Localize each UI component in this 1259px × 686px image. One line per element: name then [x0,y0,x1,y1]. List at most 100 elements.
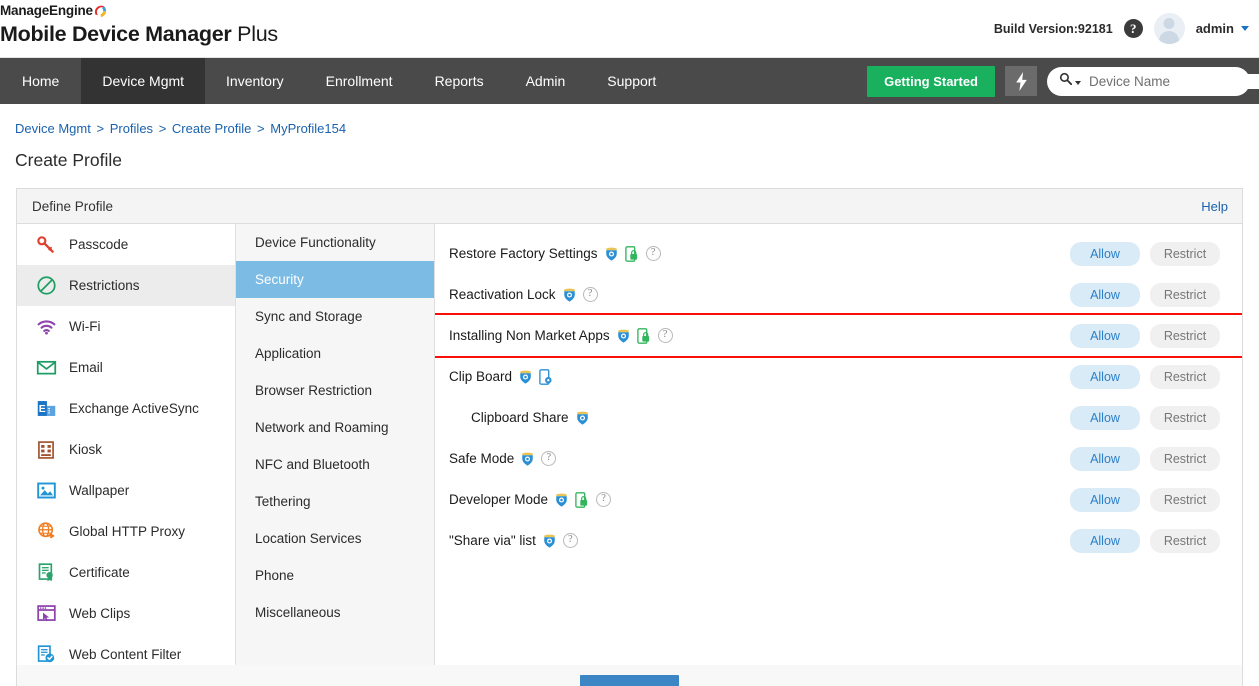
allow-button[interactable]: Allow [1070,364,1140,389]
restrict-button[interactable]: Restrict [1150,487,1220,512]
restrict-button[interactable]: Restrict [1150,405,1220,430]
subnav-item-security[interactable]: Security [236,261,434,298]
allow-button[interactable]: Allow [1070,323,1140,348]
subnav-item-miscellaneous[interactable]: Miscellaneous [236,594,434,631]
breadcrumb: Device Mgmt > Profiles > Create Profile … [0,104,1259,136]
help-circle-icon[interactable]: ? [1123,19,1143,38]
nav-item-support[interactable]: Support [586,58,677,104]
sidebar-item-kiosk[interactable]: Kiosk [17,429,235,470]
allow-button[interactable]: Allow [1070,487,1140,512]
nav-label: Home [22,73,60,89]
avatar[interactable] [1153,13,1185,44]
envelope-icon [35,357,57,379]
sidebar-item-global-http-proxy[interactable]: Global HTTP Proxy [17,511,235,552]
sidebar-item-wifi[interactable]: Wi-Fi [17,306,235,347]
nav-label: Inventory [226,73,284,89]
breadcrumb-item-profiles[interactable]: Profiles [110,121,153,136]
nav-label: Reports [434,73,484,89]
allow-button[interactable]: Allow [1070,282,1140,307]
restrict-button[interactable]: Restrict [1150,323,1220,348]
top-brand-bar: ManageEngine Mobile Device Manager Plus … [0,0,1259,58]
subnav-item-nfc-and-bluetooth[interactable]: NFC and Bluetooth [236,446,434,483]
help-link[interactable]: Help [1201,199,1228,214]
lightning-bolt-icon[interactable] [1005,66,1037,96]
restrict-button[interactable]: Restrict [1150,241,1220,266]
certificate-icon [35,562,57,584]
setting-row-label-group: Developer Mode? [449,491,612,508]
user-name-label[interactable]: admin [1196,21,1234,36]
sidebar-item-label: Wi-Fi [69,319,101,334]
help-question-icon[interactable]: ? [562,533,578,548]
sidebar-item-wallpaper[interactable]: Wallpaper [17,470,235,511]
breadcrumb-item-device-mgmt[interactable]: Device Mgmt [15,121,91,136]
setting-row-label-group: Reactivation Lock? [449,287,598,303]
help-question-icon[interactable]: ? [645,246,661,261]
nav-item-reports[interactable]: Reports [414,58,505,104]
subnav-item-tethering[interactable]: Tethering [236,483,434,520]
allow-button[interactable]: Allow [1070,405,1140,430]
sidebar-item-label: Certificate [69,565,130,580]
settings-row-list: Restore Factory Settings? Allow Restrict Re… [435,224,1242,561]
breadcrumb-item-myprofile154[interactable]: MyProfile154 [270,121,346,136]
help-question-icon[interactable]: ? [541,451,557,466]
sidebar-item-label: Passcode [69,237,129,252]
sidebar-item-exchange-activesync[interactable]: E Exchange ActiveSync [17,388,235,429]
sidebar-item-email[interactable]: Email [17,347,235,388]
sidebar-item-certificate[interactable]: Certificate [17,552,235,593]
exchange-icon: E [35,398,57,420]
device-owner-lock-icon [636,327,652,344]
subnav-item-label: Tethering [255,494,311,509]
device-search-box[interactable] [1047,66,1259,96]
knox-shield-icon [554,492,569,508]
nav-item-inventory[interactable]: Inventory [205,58,305,104]
sidebar-item-label: Global HTTP Proxy [69,524,186,539]
sidebar-item-restrictions[interactable]: Restrictions [17,265,235,306]
brand-logo[interactable]: ManageEngine Mobile Device Manager Plus [0,2,278,47]
no-entry-icon [35,275,57,297]
wifi-icon [35,316,57,338]
nav-items: Home Device Mgmt Inventory Enrollment Re… [0,58,677,104]
allow-button[interactable]: Allow [1070,446,1140,471]
sidebar-item-web-clips[interactable]: Web Clips [17,593,235,634]
save-button[interactable]: Save [580,674,679,686]
knox-shield-icon [604,246,619,262]
allow-button[interactable]: Allow [1070,241,1140,266]
setting-label: Reactivation Lock [449,287,556,302]
subnav-item-network-and-roaming[interactable]: Network and Roaming [236,409,434,446]
nav-item-enrollment[interactable]: Enrollment [305,58,414,104]
search-dropdown-chevron-icon[interactable] [1075,81,1081,85]
help-question-icon[interactable]: ? [582,287,598,302]
subnav-item-sync-and-storage[interactable]: Sync and Storage [236,298,434,335]
subnav-item-location-services[interactable]: Location Services [236,520,434,557]
setting-row: Installing Non Market Apps? Allow Restrict [435,313,1242,358]
nav-item-admin[interactable]: Admin [505,58,587,104]
image-icon [35,480,57,502]
nav-item-device-mgmt[interactable]: Device Mgmt [81,58,206,104]
setting-row: Clipboard Share Allow Restrict [435,397,1242,438]
security-settings-content: Restore Factory Settings? Allow Restrict Re… [435,224,1242,665]
subnav-item-phone[interactable]: Phone [236,557,434,594]
setting-toggle-group: Allow Restrict [1070,405,1220,430]
setting-row-label-group: Clipboard Share [449,410,590,426]
subnav-item-device-functionality[interactable]: Device Functionality [236,224,434,261]
help-question-icon[interactable]: ? [596,492,612,507]
getting-started-button[interactable]: Getting Started [867,65,995,97]
setting-label: Clip Board [449,369,513,384]
breadcrumb-item-create-profile[interactable]: Create Profile [172,121,251,136]
help-question-icon[interactable]: ? [657,328,673,343]
restrict-button[interactable]: Restrict [1150,282,1220,307]
main-navigation-bar: Home Device Mgmt Inventory Enrollment Re… [0,58,1259,104]
restrict-button[interactable]: Restrict [1150,446,1220,471]
restrict-button[interactable]: Restrict [1150,528,1220,553]
restrict-button[interactable]: Restrict [1150,364,1220,389]
nav-item-home[interactable]: Home [0,58,81,104]
chevron-down-icon[interactable] [1241,26,1249,31]
sidebar-item-web-content-filter[interactable]: Web Content Filter [17,634,235,665]
allow-button[interactable]: Allow [1070,528,1140,553]
subnav-item-application[interactable]: Application [236,335,434,372]
nav-label: Enrollment [325,73,393,89]
subnav-item-browser-restriction[interactable]: Browser Restriction [236,372,434,409]
sidebar-item-passcode[interactable]: Passcode [17,224,235,265]
search-input[interactable] [1089,73,1259,89]
setting-label: Developer Mode [449,492,549,507]
